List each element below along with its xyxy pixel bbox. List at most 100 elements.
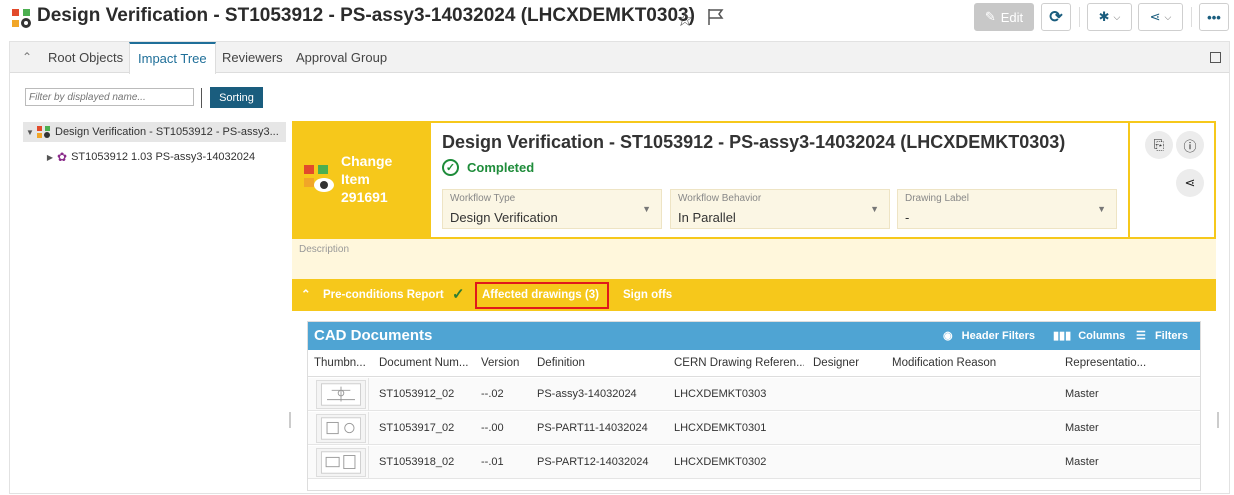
col-document-number[interactable]: Document Num... (379, 350, 474, 377)
col-representation[interactable]: Representatio... (1065, 350, 1155, 377)
page-title: Design Verification - ST1053912 - PS-ass… (37, 5, 695, 26)
cell-cern-ref: LHCXDEMKT0302 (674, 456, 767, 468)
table-row[interactable]: ST1053918_02 --.01 PS-PART12-14032024 LH… (308, 446, 1200, 479)
flag-icon[interactable] (706, 8, 726, 26)
table-row[interactable]: ST1053917_02 --.00 PS-PART11-14032024 LH… (308, 412, 1200, 445)
divider (368, 446, 369, 479)
col-cern-drawing-ref[interactable]: CERN Drawing Referen... (674, 350, 804, 377)
tab-reviewers[interactable]: Reviewers (214, 42, 291, 73)
top-bar: Design Verification - ST1053912 - PS-ass… (0, 0, 1234, 38)
header-filters-button[interactable]: ◉ Header Filters (943, 322, 1035, 350)
drawing-thumbnail[interactable] (316, 414, 366, 443)
col-thumbnail[interactable]: Thumbn... (314, 350, 370, 377)
workflow-behavior-dropdown[interactable]: Workflow Behavior In Parallel ▼ (670, 189, 890, 229)
toolbar-divider (1191, 7, 1192, 27)
expand-down-icon[interactable]: ▼ (23, 128, 37, 137)
cell-version: --.00 (481, 422, 504, 434)
cad-title: CAD Documents (314, 327, 433, 344)
sorting-button[interactable]: Sorting (210, 87, 263, 108)
caret-down-icon: ▼ (870, 204, 879, 214)
hierarchy-icon: ✱ (1098, 9, 1110, 24)
pencil-icon: ✎ (984, 9, 996, 24)
divider (368, 412, 369, 445)
check-circle-icon: ✓ (442, 159, 459, 176)
resize-handle[interactable] (1217, 412, 1219, 428)
change-item-icon (37, 126, 50, 138)
tab-approval-group[interactable]: Approval Group (288, 42, 395, 73)
divider (368, 378, 369, 411)
tree-item-root[interactable]: ▼ Design Verification - ST1053912 - PS-a… (23, 122, 286, 142)
resize-handle[interactable] (289, 412, 291, 428)
cell-document-number: ST1053917_02 (379, 422, 455, 434)
chevron-down-icon: ⌵ (1113, 11, 1121, 22)
change-item-icon (12, 9, 31, 28)
cell-version: --.02 (481, 388, 504, 400)
star-icon[interactable]: ☆ (676, 7, 694, 32)
share-icon: ⋖ (1149, 9, 1161, 24)
col-definition[interactable]: Definition (537, 350, 667, 377)
cell-document-number: ST1053912_02 (379, 388, 455, 400)
cell-representation: Master (1065, 388, 1099, 400)
caret-down-icon: ▼ (642, 204, 651, 214)
maximize-icon[interactable] (1210, 52, 1221, 63)
tab-preconditions-report[interactable]: Pre-conditions Report (323, 279, 444, 311)
change-item-tile: Change Item 291691 (294, 123, 431, 237)
change-item-icon (304, 165, 334, 192)
tree-item-child[interactable]: ▶ ✿ ST1053912 1.03 PS-assy3-14032024 (43, 147, 255, 167)
cell-version: --.01 (481, 456, 504, 468)
refresh-button[interactable]: ⟳ (1041, 3, 1071, 31)
cell-cern-ref: LHCXDEMKT0301 (674, 422, 767, 434)
sub-tab-bar: ⌃ Pre-conditions Report ✓ Affected drawi… (292, 279, 1216, 311)
cad-header: CAD Documents ◉ Header Filters ▮▮▮ Colum… (308, 322, 1200, 350)
cell-representation: Master (1065, 456, 1099, 468)
check-icon: ✓ (452, 286, 465, 303)
table-row[interactable]: ST1053912_02 --.02 PS-assy3-14032024 LHC… (308, 378, 1200, 411)
chevron-up-icon[interactable]: ⌃ (22, 50, 32, 64)
description-field[interactable]: Description (292, 239, 1216, 279)
col-version[interactable]: Version (481, 350, 531, 377)
tree-item-label: ST1053912 1.03 PS-assy3-14032024 (71, 151, 256, 163)
share-icon[interactable]: ⋖ (1176, 169, 1204, 197)
caret-down-icon: ▼ (1097, 204, 1106, 214)
detail-pane: Change Item 291691 Design Verification -… (292, 121, 1216, 495)
columns-icon: ▮▮▮ (1053, 330, 1072, 342)
more-button[interactable]: ••• (1199, 3, 1229, 31)
status-badge: ✓ Completed (442, 159, 534, 176)
cad-documents-table: CAD Documents ◉ Header Filters ▮▮▮ Colum… (307, 321, 1201, 491)
tab-root-objects[interactable]: Root Objects (40, 42, 131, 73)
tab-impact-tree[interactable]: Impact Tree (129, 42, 216, 74)
edit-button[interactable]: ✎ Edit (974, 3, 1034, 31)
card-actions: ⎘ ⓘ ⋖ (1128, 123, 1214, 237)
export-document-icon[interactable]: ⎘ (1145, 131, 1173, 159)
column-headers: Thumbn... Document Num... Version Defini… (308, 350, 1200, 377)
drawing-label-dropdown[interactable]: Drawing Label - ▼ (897, 189, 1117, 229)
drawing-thumbnail[interactable] (316, 380, 366, 409)
share-menu-button[interactable]: ⋖ ⌵ (1138, 3, 1183, 31)
filter-input[interactable] (25, 88, 194, 106)
chevron-down-icon: ⌵ (1164, 11, 1172, 22)
refresh-icon: ⟳ (1049, 9, 1063, 26)
cell-definition: PS-PART11-14032024 (537, 422, 648, 434)
tab-sign-offs[interactable]: Sign offs (623, 279, 672, 311)
divider (201, 88, 202, 108)
col-modification-reason[interactable]: Modification Reason (892, 350, 1052, 377)
cell-representation: Master (1065, 422, 1099, 434)
chevron-up-icon[interactable]: ⌃ (301, 279, 311, 311)
workflow-type-dropdown[interactable]: Workflow Type Design Verification ▼ (442, 189, 662, 229)
change-item-label: Change Item 291691 (341, 153, 393, 205)
columns-button[interactable]: ▮▮▮ Columns (1053, 322, 1125, 350)
detail-title: Design Verification - ST1053912 - PS-ass… (442, 132, 1066, 152)
tab-bar: ⌃ Root Objects Impact Tree Reviewers App… (10, 42, 1229, 74)
toolbar-divider (1079, 7, 1080, 27)
expand-right-icon[interactable]: ▶ (43, 153, 57, 162)
filters-button[interactable]: ☰ Filters (1136, 322, 1188, 350)
main-panel: ⌃ Root Objects Impact Tree Reviewers App… (9, 41, 1230, 494)
tree-item-label: Design Verification - ST1053912 - PS-ass… (55, 126, 279, 138)
info-icon[interactable]: ⓘ (1176, 131, 1204, 159)
filter-icon: ☰ (1136, 330, 1146, 342)
cell-cern-ref: LHCXDEMKT0303 (674, 388, 767, 400)
hierarchy-button[interactable]: ✱ ⌵ (1087, 3, 1132, 31)
cell-document-number: ST1053918_02 (379, 456, 455, 468)
drawing-thumbnail[interactable] (316, 448, 366, 477)
col-designer[interactable]: Designer (813, 350, 883, 377)
